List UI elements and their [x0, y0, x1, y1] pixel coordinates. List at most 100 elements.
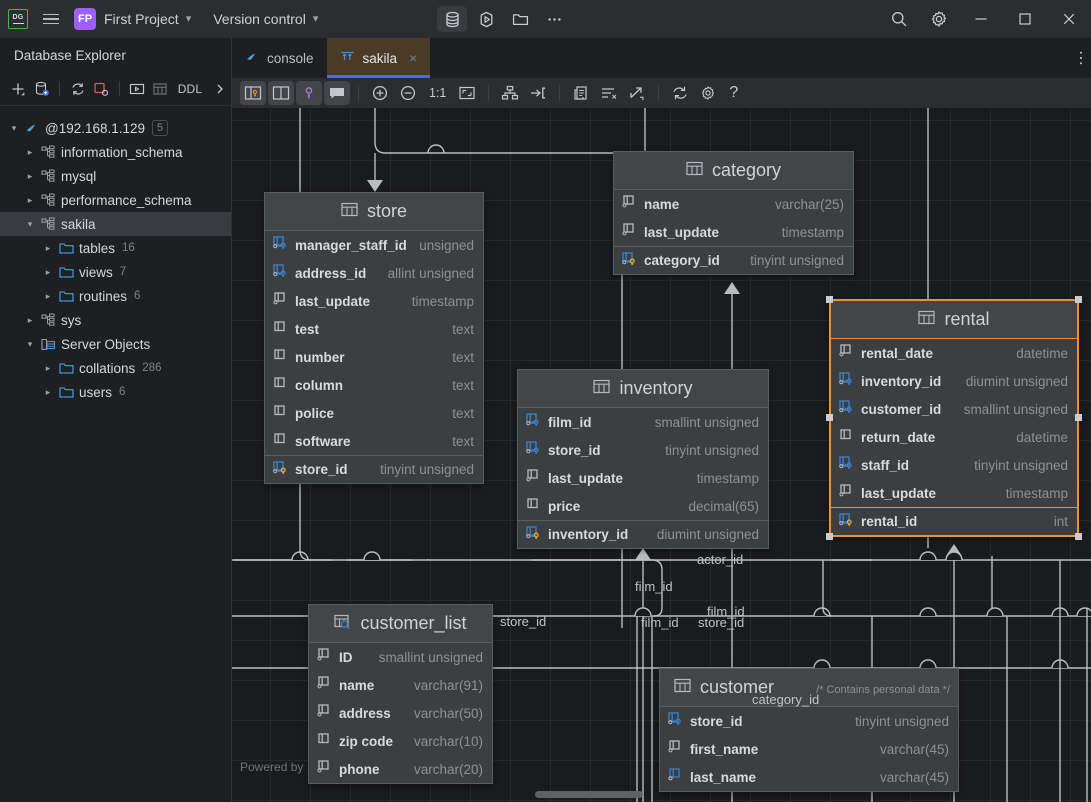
tree-node-users[interactable]: ▸ users 6: [0, 380, 231, 404]
table-node-customer_list[interactable]: customer_list ID smallint unsigned name …: [308, 604, 493, 784]
table-row[interactable]: police text: [265, 399, 483, 427]
fit-content-icon[interactable]: [454, 81, 480, 105]
expand-arrow-right-icon[interactable]: ▸: [22, 315, 38, 326]
show-comments-icon[interactable]: [324, 81, 350, 105]
stop-icon[interactable]: [90, 76, 113, 102]
table-header[interactable]: inventory: [518, 370, 768, 408]
search-icon[interactable]: [879, 0, 919, 38]
table-header[interactable]: customer_list: [309, 605, 492, 643]
refresh-icon[interactable]: [66, 76, 89, 102]
table-row-primary-key[interactable]: inventory_id diumint unsigned: [518, 520, 768, 548]
tree-node-information_schema[interactable]: ▸ information_schema: [0, 140, 231, 164]
table-node-store[interactable]: store manager_staff_id unsigned address_…: [264, 192, 484, 484]
horizontal-scrollbar-thumb[interactable]: [535, 791, 643, 798]
run-icon[interactable]: [471, 6, 501, 32]
tree-node-views[interactable]: ▸ views 7: [0, 260, 231, 284]
resize-handle-left[interactable]: [826, 414, 833, 421]
resize-handle-bottom-left[interactable]: [826, 533, 833, 540]
hamburger-icon[interactable]: [34, 0, 68, 38]
version-control-label[interactable]: Version control: [213, 11, 306, 27]
expand-arrow-down-icon[interactable]: ▾: [22, 219, 38, 230]
table-row[interactable]: price decimal(65): [518, 492, 768, 520]
expand-arrow-right-icon[interactable]: ▸: [40, 267, 56, 278]
table-row[interactable]: customer_id smallint unsigned: [831, 395, 1077, 423]
table-row[interactable]: last_update timestamp: [518, 464, 768, 492]
table-row[interactable]: last_name varchar(45): [660, 763, 958, 791]
expand-arrow-right-icon[interactable]: ▸: [40, 291, 56, 302]
expand-arrow-right-icon[interactable]: ▸: [22, 195, 38, 206]
table-row[interactable]: address_id allint unsigned: [265, 259, 483, 287]
table-row[interactable]: store_id tinyint unsigned: [660, 707, 958, 735]
tree-node-mysql[interactable]: ▸ mysql: [0, 164, 231, 188]
table-row[interactable]: ID smallint unsigned: [309, 643, 492, 671]
show-columns-icon[interactable]: [240, 81, 266, 105]
table-header[interactable]: rental: [831, 301, 1077, 339]
table-icon[interactable]: [149, 76, 172, 102]
help-icon[interactable]: ?: [723, 84, 744, 102]
table-node-rental[interactable]: rental rental_date datetime inventory_id…: [826, 296, 1082, 540]
table-row[interactable]: column text: [265, 371, 483, 399]
table-row[interactable]: name varchar(91): [309, 671, 492, 699]
gear-icon[interactable]: [919, 0, 959, 38]
minimize-button[interactable]: [959, 0, 1003, 38]
tab-console[interactable]: console: [232, 38, 327, 78]
tree-node-performance_schema[interactable]: ▸ performance_schema: [0, 188, 231, 212]
tree-node-collations[interactable]: ▸ collations 286: [0, 356, 231, 380]
settings-icon[interactable]: [695, 81, 721, 105]
table-row[interactable]: film_id smallint unsigned: [518, 408, 768, 436]
table-node-customer[interactable]: customer /* Contains personal data */ st…: [659, 668, 959, 792]
table-row[interactable]: phone varchar(20): [309, 755, 492, 783]
list-icon[interactable]: [596, 81, 622, 105]
table-node-inventory[interactable]: inventory film_id smallint unsigned stor…: [517, 369, 769, 549]
expand-arrow-right-icon[interactable]: ▸: [40, 387, 56, 398]
table-row[interactable]: inventory_id diumint unsigned: [831, 367, 1077, 395]
tree-node-datasource[interactable]: ▾ @192.168.1.129 5: [0, 116, 231, 140]
tab-overflow-icon[interactable]: ⋯: [1072, 50, 1089, 67]
project-name-label[interactable]: First Project: [104, 11, 179, 27]
table-node-category[interactable]: category name varchar(25) last_update ti…: [613, 151, 854, 275]
console-icon[interactable]: [125, 76, 148, 102]
tree-node-routines[interactable]: ▸ routines 6: [0, 284, 231, 308]
show-keys-icon[interactable]: [296, 81, 322, 105]
resize-handle-top-right[interactable]: [1075, 296, 1082, 303]
table-row[interactable]: return_date datetime: [831, 423, 1077, 451]
layout-icon[interactable]: [497, 81, 523, 105]
maximize-button[interactable]: [1003, 0, 1047, 38]
chevron-right-icon[interactable]: [208, 76, 231, 102]
table-row[interactable]: name varchar(25): [614, 190, 853, 218]
table-header[interactable]: store: [265, 193, 483, 231]
table-row-primary-key[interactable]: rental_id int: [831, 507, 1077, 535]
tab-sakila[interactable]: sakila ×: [326, 38, 431, 78]
expand-node-icon[interactable]: [525, 81, 551, 105]
expand-arrow-down-icon[interactable]: ▾: [22, 339, 38, 350]
horizontal-scrollbar[interactable]: [232, 789, 1091, 799]
resize-handle-right[interactable]: [1075, 414, 1082, 421]
table-row[interactable]: software text: [265, 427, 483, 455]
table-row[interactable]: last_update timestamp: [831, 479, 1077, 507]
expand-arrow-down-icon[interactable]: ▾: [6, 123, 22, 134]
copy-icon[interactable]: [568, 81, 594, 105]
split-view-icon[interactable]: [268, 81, 294, 105]
er-diagram-canvas[interactable]: store manager_staff_id unsigned address_…: [232, 108, 1091, 802]
table-row[interactable]: last_update timestamp: [265, 287, 483, 315]
table-row[interactable]: zip code varchar(10): [309, 727, 492, 755]
export-icon[interactable]: [624, 81, 650, 105]
close-button[interactable]: [1047, 0, 1091, 38]
table-row[interactable]: address varchar(50): [309, 699, 492, 727]
ddl-button[interactable]: DDL: [173, 82, 208, 96]
expand-arrow-right-icon[interactable]: ▸: [40, 243, 56, 254]
plus-icon[interactable]: [7, 76, 30, 102]
expand-arrow-right-icon[interactable]: ▸: [22, 147, 38, 158]
zoom-in-icon[interactable]: [367, 81, 393, 105]
close-icon[interactable]: ×: [409, 50, 417, 66]
tree-node-server-objects[interactable]: ▾ Server Objects: [0, 332, 231, 356]
refresh-icon[interactable]: [667, 81, 693, 105]
table-row[interactable]: last_update timestamp: [614, 218, 853, 246]
resize-handle-top-left[interactable]: [826, 296, 833, 303]
table-row-primary-key[interactable]: store_id tinyint unsigned: [265, 455, 483, 483]
expand-arrow-right-icon[interactable]: ▸: [40, 363, 56, 374]
table-row[interactable]: rental_date datetime: [831, 339, 1077, 367]
tree-node-sakila[interactable]: ▾ sakila: [0, 212, 231, 236]
vcs-chevron-down-icon[interactable]: ▾: [313, 12, 319, 25]
folder-icon[interactable]: [505, 6, 535, 32]
